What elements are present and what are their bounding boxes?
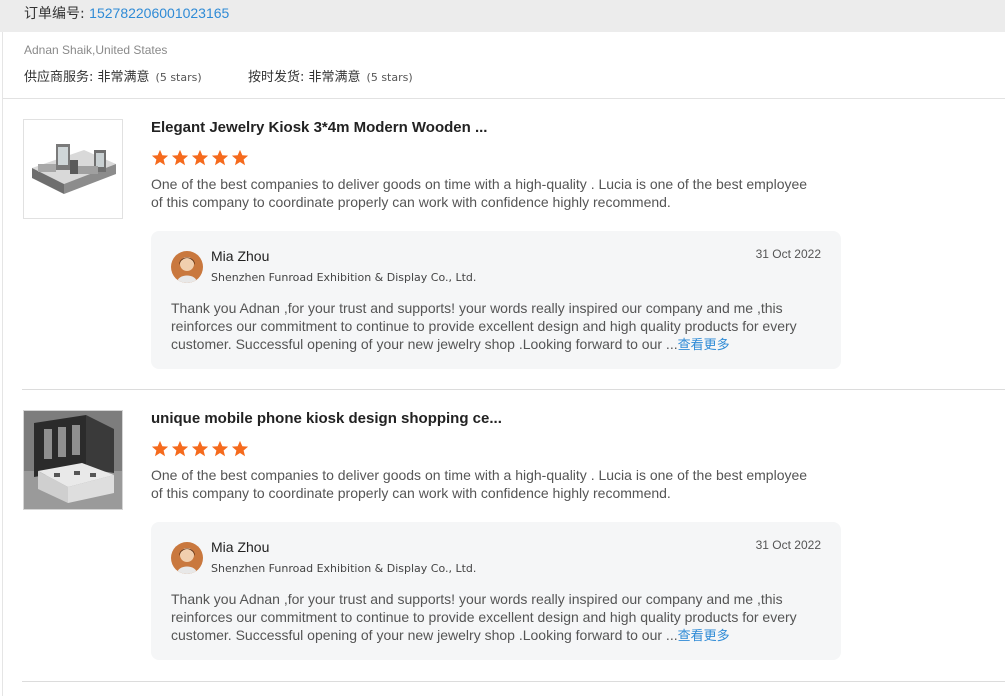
supplier-reply: Mia Zhou Shenzhen Funroad Exhibition & D… — [151, 522, 841, 660]
star-icon — [171, 149, 189, 166]
avatar-image — [171, 251, 203, 283]
ontime-delivery-value: 非常满意 — [308, 70, 361, 85]
star-icon — [211, 149, 229, 166]
ontime-delivery-label: 按时发货: — [248, 70, 309, 85]
review-comment: One of the best companies to deliver goo… — [151, 175, 811, 211]
star-rating — [151, 149, 249, 167]
review-comment-line: One of the best companies to deliver goo… — [151, 176, 808, 192]
reply-author-name: Mia Zhou — [211, 539, 270, 555]
order-number-bar: 订单编号: 152782206001023165 — [0, 0, 1005, 32]
star-icon — [171, 440, 189, 457]
review-comment-line: of this company to coordinate properly c… — [151, 485, 671, 501]
review-comment: One of the best companies to deliver goo… — [151, 466, 811, 502]
star-icon — [151, 440, 169, 457]
reply-date: 31 Oct 2022 — [755, 247, 821, 261]
buyer-info: Adnan Shaik,United States — [24, 43, 168, 57]
divider — [22, 389, 1005, 390]
view-more-link[interactable]: 查看更多 — [678, 338, 730, 353]
reply-text-line: reinforces our commitment to continue to… — [171, 318, 797, 334]
avatar — [171, 542, 203, 574]
reply-author-name: Mia Zhou — [211, 248, 270, 264]
order-number[interactable]: 152782206001023165 — [89, 5, 229, 21]
phone-kiosk-image — [24, 411, 122, 509]
reply-text-line: customer. Successful opening of your new… — [171, 336, 678, 352]
reply-date: 31 Oct 2022 — [755, 538, 821, 552]
reply-text-line-last: customer. Successful opening of your new… — [171, 626, 811, 646]
star-icon — [151, 149, 169, 166]
star-icon — [231, 149, 249, 166]
star-rating — [151, 440, 249, 458]
reply-text-line: reinforces our commitment to continue to… — [171, 609, 797, 625]
reply-text-line-last: customer. Successful opening of your new… — [171, 335, 811, 355]
reply-text-line: Thank you Adnan ,for your trust and supp… — [171, 591, 783, 607]
reply-company-name: Shenzhen Funroad Exhibition & Display Co… — [211, 562, 477, 575]
product-thumbnail-phone-kiosk[interactable] — [23, 410, 123, 510]
review-comment-line: of this company to coordinate properly c… — [151, 194, 671, 210]
supplier-service-label: 供应商服务: — [24, 70, 98, 85]
product-title[interactable]: Elegant Jewelry Kiosk 3*4m Modern Wooden… — [151, 119, 487, 136]
seller-ratings: 供应商服务: 非常满意 (5 stars) 按时发货: 非常满意 (5 stars) — [24, 66, 413, 85]
supplier-service-value: 非常满意 — [97, 70, 150, 85]
avatar — [171, 251, 203, 283]
reply-text-line: Thank you Adnan ,for your trust and supp… — [171, 300, 783, 316]
product-title[interactable]: unique mobile phone kiosk design shoppin… — [151, 410, 502, 427]
supplier-reply: Mia Zhou Shenzhen Funroad Exhibition & D… — [151, 231, 841, 369]
divider — [22, 681, 1005, 682]
review-comment-line: One of the best companies to deliver goo… — [151, 467, 808, 483]
reply-company-name: Shenzhen Funroad Exhibition & Display Co… — [211, 271, 477, 284]
left-border — [2, 32, 3, 696]
star-icon — [191, 440, 209, 457]
order-number-label: 订单编号: 152782206001023165 — [24, 3, 229, 23]
ontime-delivery-rating: 按时发货: 非常满意 (5 stars) — [248, 66, 413, 85]
order-label-text: 订单编号: — [24, 6, 90, 22]
star-icon — [211, 440, 229, 457]
star-icon — [191, 149, 209, 166]
reply-text-line: customer. Successful opening of your new… — [171, 627, 678, 643]
reply-text: Thank you Adnan ,for your trust and supp… — [171, 590, 811, 646]
divider — [3, 98, 1005, 99]
jewelry-kiosk-image — [24, 120, 122, 218]
product-thumbnail-jewelry-kiosk[interactable] — [23, 119, 123, 219]
reply-text: Thank you Adnan ,for your trust and supp… — [171, 299, 811, 355]
supplier-service-stars: (5 stars) — [155, 71, 202, 84]
view-more-link[interactable]: 查看更多 — [678, 629, 730, 644]
ontime-delivery-stars: (5 stars) — [366, 71, 413, 84]
avatar-image — [171, 542, 203, 574]
star-icon — [231, 440, 249, 457]
